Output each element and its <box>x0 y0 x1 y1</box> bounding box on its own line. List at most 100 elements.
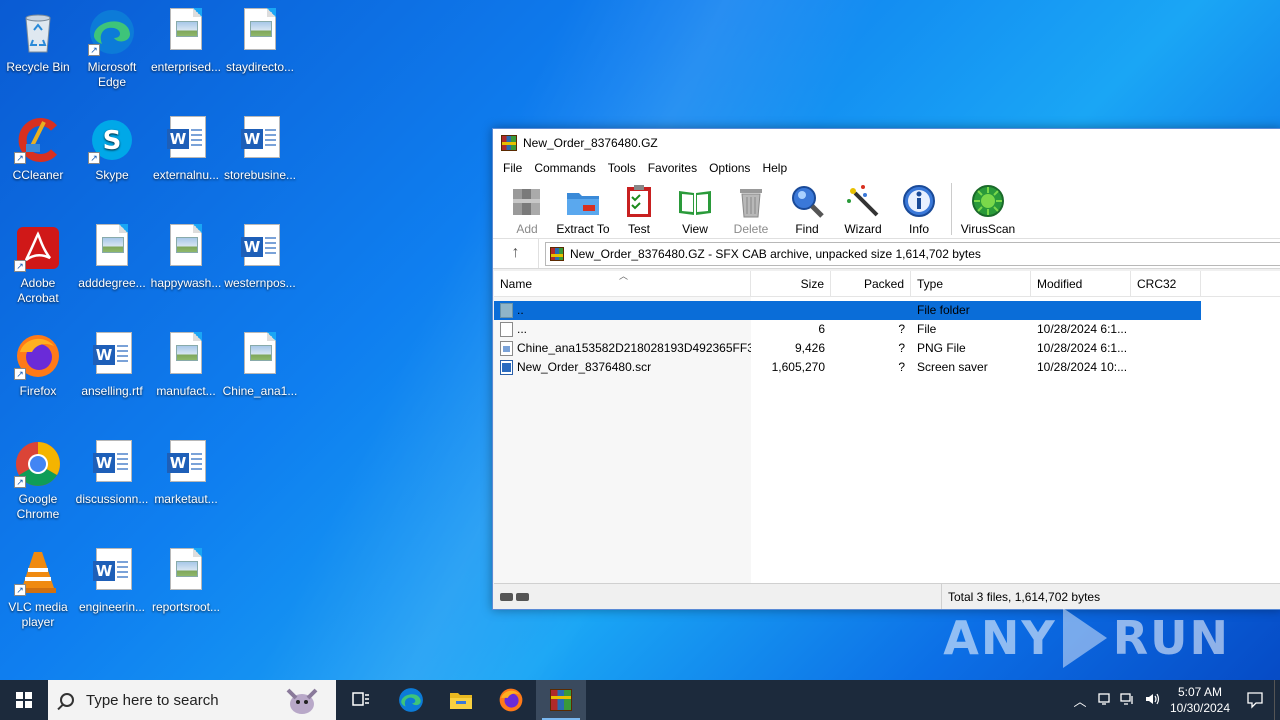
shortcut-arrow-icon: ↗ <box>14 584 26 596</box>
winrar-window[interactable]: New_Order_8376480.GZ File Commands Tools… <box>492 128 1280 610</box>
column-header-packed[interactable]: Packed <box>831 271 911 296</box>
desktop-icon-word-file[interactable]: W storebusine... <box>222 116 298 183</box>
up-one-level-icon[interactable]: ↑ <box>493 239 539 268</box>
desktop-icon-label: manufact... <box>156 384 216 398</box>
desktop-icon-image-file[interactable]: adddegree... <box>74 224 150 291</box>
column-header-modified[interactable]: Modified <box>1031 271 1131 296</box>
test-button[interactable]: Test <box>611 183 667 236</box>
desktop-icon-image-file[interactable]: enterprised... <box>148 8 224 75</box>
window-titlebar[interactable]: New_Order_8376480.GZ <box>493 129 1280 157</box>
status-drive-icons[interactable] <box>494 584 534 609</box>
archive-icon <box>550 246 564 261</box>
menu-file[interactable]: File <box>497 161 528 175</box>
taskbar-winrar[interactable] <box>536 680 586 720</box>
row-name-cell: ... <box>494 320 751 339</box>
taskbar-firefox[interactable] <box>486 680 536 720</box>
start-button[interactable] <box>0 680 48 720</box>
desktop-icon-word-file[interactable]: W externalnu... <box>148 116 224 183</box>
show-hidden-icons-chevron-icon[interactable]: ︿ <box>1068 691 1092 710</box>
desktop-icon-word-file[interactable]: W discussionn... <box>74 440 150 507</box>
notification-icon <box>1247 692 1263 709</box>
skype-icon: S ↗ <box>88 116 136 164</box>
shortcut-arrow-icon: ↗ <box>14 368 26 380</box>
wizard-button[interactable]: Wizard <box>835 183 891 236</box>
show-desktop-button[interactable] <box>1274 680 1280 720</box>
recycle-bin-icon <box>14 8 62 56</box>
image-file-icon <box>162 332 210 380</box>
taskbar-file-explorer[interactable] <box>436 680 486 720</box>
word-document-icon: W <box>88 440 136 488</box>
file-row[interactable]: ... 6 ? File 10/28/2024 6:1... <box>494 320 1280 339</box>
desktop-icon-image-file[interactable]: staydirecto... <box>222 8 298 75</box>
desktop-icon-skype[interactable]: S ↗ Skype <box>74 116 150 183</box>
archive-path-field[interactable]: New_Order_8376480.GZ - SFX CAB archive, … <box>545 241 1280 266</box>
desktop-icon-word-file[interactable]: W engineerin... <box>74 548 150 615</box>
row-name-cell: .. <box>494 301 751 320</box>
extract-to-button[interactable]: Extract To <box>555 183 611 236</box>
image-file-icon <box>236 8 284 56</box>
desktop-icon-label: externalnu... <box>152 168 220 182</box>
folder-icon <box>450 693 472 709</box>
wand-icon <box>845 183 881 219</box>
image-file-icon <box>88 224 136 272</box>
row-name-cell: New_Order_8376480.scr <box>494 358 751 377</box>
row-type-cell: PNG File <box>917 341 966 355</box>
virusscan-label: VirusScan <box>960 222 1016 236</box>
desktop-icon-google-chrome[interactable]: ↗ Google Chrome <box>0 440 76 522</box>
file-row[interactable]: Chine_ana153582D218028193D492365FF38... … <box>494 339 1280 358</box>
file-row-parent-folder[interactable]: .. File folder <box>494 301 1201 320</box>
file-row[interactable]: New_Order_8376480.scr 1,605,270 ? Screen… <box>494 358 1280 377</box>
desktop-icon-firefox[interactable]: ↗ Firefox <box>0 332 76 399</box>
desktop-icon-label: Google Chrome <box>16 492 60 521</box>
desktop-icon-vlc[interactable]: ↗ VLC media player <box>0 548 76 630</box>
network-device-icon[interactable] <box>1092 692 1116 709</box>
taskbar-edge[interactable] <box>386 680 436 720</box>
column-header-size[interactable]: Size <box>751 271 831 296</box>
column-header-type[interactable]: Type <box>911 271 1031 296</box>
desktop-icon-label: marketaut... <box>154 492 218 506</box>
menu-options[interactable]: Options <box>703 161 756 175</box>
watermark-right-text: RUN <box>1112 611 1230 665</box>
menu-commands[interactable]: Commands <box>528 161 601 175</box>
task-view-button[interactable] <box>336 680 386 720</box>
taskbar-clock[interactable]: 5:07 AM 10/30/2024 <box>1164 684 1236 716</box>
desktop-icon-word-file[interactable]: W westernpos... <box>222 224 298 291</box>
network-icon[interactable] <box>1116 692 1140 709</box>
row-packed-cell: ? <box>898 322 905 336</box>
svg-text:S: S <box>103 126 122 156</box>
view-button[interactable]: View <box>667 183 723 236</box>
row-type-cell: File folder <box>917 303 970 317</box>
volume-icon[interactable] <box>1140 692 1164 709</box>
column-header-crc32[interactable]: CRC32 <box>1131 271 1201 296</box>
toolbar: Add Extract To Test View Delete Find Wiz… <box>493 179 1280 239</box>
desktop-icon-recycle-bin[interactable]: Recycle Bin <box>0 8 76 75</box>
info-button[interactable]: Info <box>891 183 947 236</box>
desktop-icon-image-file[interactable]: Chine_ana1... <box>222 332 298 399</box>
file-list[interactable]: ︿ Name Size Packed Type Modified CRC32 .… <box>494 271 1280 583</box>
taskbar-search-box[interactable]: Type here to search <box>48 680 336 720</box>
row-modified-cell: 10/28/2024 6:1... <box>1037 322 1128 336</box>
desktop-icon-adobe-acrobat[interactable]: ↗ Adobe Acrobat <box>0 224 76 306</box>
menu-favorites[interactable]: Favorites <box>642 161 703 175</box>
delete-button[interactable]: Delete <box>723 183 779 236</box>
menu-help[interactable]: Help <box>756 161 793 175</box>
desktop-icon-microsoft-edge[interactable]: ↗ Microsoft Edge <box>74 8 150 90</box>
search-icon <box>60 693 74 707</box>
status-bar: Total 3 files, 1,614,702 bytes <box>494 583 1280 609</box>
desktop-icon-image-file[interactable]: manufact... <box>148 332 224 399</box>
desktop-icon-word-file[interactable]: W anselling.rtf <box>74 332 150 399</box>
shortcut-arrow-icon: ↗ <box>14 152 26 164</box>
desktop-icon-image-file[interactable]: happywash... <box>148 224 224 291</box>
row-modified-cell: 10/28/2024 10:... <box>1037 360 1128 374</box>
desktop-icon-ccleaner[interactable]: ↗ CCleaner <box>0 116 76 183</box>
desktop-icon-image-file[interactable]: reportsroot... <box>148 548 224 615</box>
menu-tools[interactable]: Tools <box>602 161 642 175</box>
add-button[interactable]: Add <box>499 183 555 236</box>
shortcut-arrow-icon: ↗ <box>14 260 26 272</box>
virusscan-button[interactable]: VirusScan <box>956 183 1020 236</box>
action-center-button[interactable] <box>1236 680 1274 720</box>
desktop-icon-label: CCleaner <box>12 168 64 182</box>
desktop-icon-word-file[interactable]: W marketaut... <box>148 440 224 507</box>
find-button[interactable]: Find <box>779 183 835 236</box>
desktop-icon-label: Firefox <box>19 384 57 398</box>
